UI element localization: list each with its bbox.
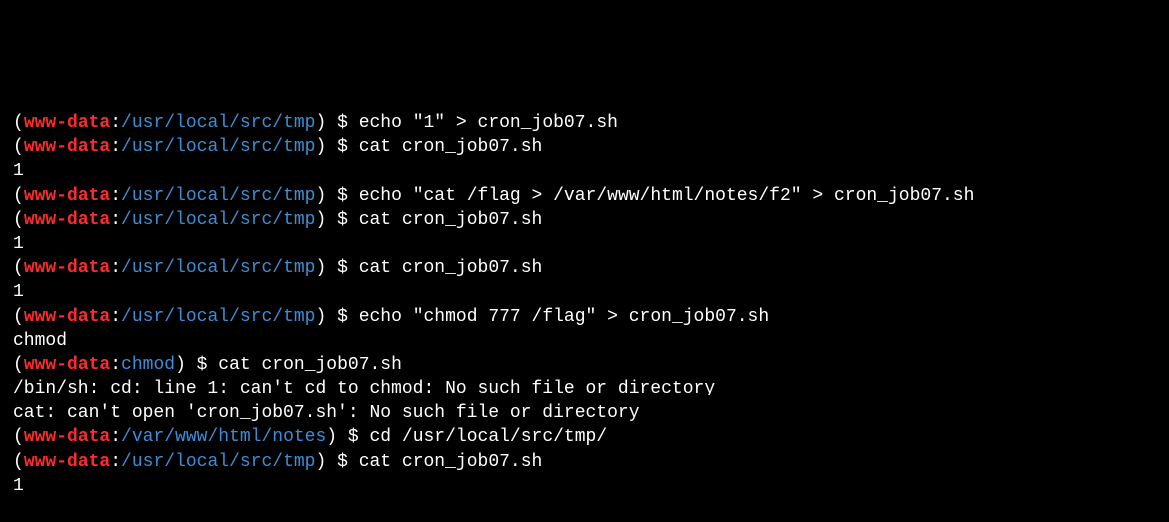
prompt-paren-open: (: [13, 209, 24, 230]
prompt-command: $ echo "1" > cron_job07.sh: [337, 113, 618, 133]
output-line: 1: [13, 474, 1163, 498]
prompt-path: /usr/local/src/tmp: [121, 185, 316, 206]
prompt-colon: :: [110, 427, 122, 448]
output-text: 1: [13, 233, 24, 254]
prompt-line: (www-data:chmod) $ cat cron_job07.sh: [13, 353, 1163, 377]
prompt-paren-open: (: [13, 427, 24, 448]
prompt-colon: :: [110, 209, 122, 230]
prompt-user: www-data: [23, 427, 111, 448]
prompt-paren-close: ): [315, 258, 338, 279]
prompt-path: /usr/local/src/tmp: [121, 306, 316, 327]
prompt-command: $ echo "cat /flag > /var/www/html/notes/…: [337, 185, 975, 206]
terminal-line-top-partial: [13, 38, 1163, 62]
terminal-lines: (www-data:/usr/local/src/tmp) $ echo "1"…: [13, 111, 1163, 498]
prompt-colon: :: [110, 185, 122, 206]
prompt-command: $ cat cron_job07.sh: [337, 209, 543, 230]
prompt-paren-close: ): [315, 209, 338, 230]
prompt-paren-open: (: [13, 306, 24, 327]
output-line: 1: [13, 280, 1163, 304]
prompt-paren-close: ): [315, 451, 338, 472]
prompt-colon: :: [110, 354, 122, 375]
prompt-path: /usr/local/src/tmp: [121, 451, 316, 472]
prompt-line: (www-data:/usr/local/src/tmp) $ echo "1"…: [13, 111, 1163, 135]
prompt-paren-open: (: [13, 137, 24, 158]
output-line: cat: can't open 'cron_job07.sh': No such…: [13, 401, 1163, 425]
prompt-user: www-data: [23, 258, 111, 279]
prompt-line: (www-data:/usr/local/src/tmp) $ cat cron…: [13, 208, 1163, 232]
prompt-paren-close: ): [315, 137, 338, 158]
output-text: 1: [13, 475, 24, 496]
output-line: chmod: [13, 329, 1163, 353]
prompt-paren-close: ): [326, 427, 348, 448]
output-text: cat: can't open 'cron_job07.sh': No such…: [13, 403, 640, 424]
prompt-paren-open: (: [13, 185, 24, 206]
prompt-path: /usr/local/src/tmp: [121, 258, 316, 279]
prompt-paren-open: (: [13, 258, 24, 279]
prompt-paren-close: ): [175, 354, 197, 375]
prompt-path: chmod: [121, 354, 176, 375]
prompt-colon: :: [110, 451, 122, 472]
output-line: 1: [13, 232, 1163, 256]
prompt-line: (www-data:/usr/local/src/tmp) $ cat cron…: [13, 135, 1163, 159]
terminal-output[interactable]: (www-data:/usr/local/src/tmp) $ echo "1"…: [13, 0, 1163, 522]
prompt-command: $ cd /usr/local/src/tmp/: [347, 427, 608, 448]
terminal-top-edge: [0, 0, 1169, 6]
prompt-command: $ echo "chmod 777 /flag" > cron_job07.sh: [337, 306, 770, 327]
prompt-line: (www-data:/usr/local/src/tmp) $ echo "ca…: [13, 184, 1163, 208]
prompt-colon: :: [110, 113, 122, 133]
prompt-user: www-data: [23, 113, 111, 133]
output-line: 1: [13, 159, 1163, 183]
prompt-user: www-data: [23, 306, 111, 327]
prompt-paren-close: ): [315, 185, 338, 206]
prompt-user: www-data: [23, 354, 111, 375]
prompt-paren-open: (: [13, 113, 24, 133]
prompt-paren-open: (: [13, 451, 24, 472]
prompt-colon: :: [110, 306, 122, 327]
prompt-command: $ cat cron_job07.sh: [337, 137, 543, 158]
prompt-line: (www-data:/usr/local/src/tmp) $ cat cron…: [13, 256, 1163, 280]
prompt-user: www-data: [23, 209, 111, 230]
terminal-bottom-edge: [0, 395, 1169, 400]
prompt-user: www-data: [23, 451, 111, 472]
output-text: 1: [13, 161, 24, 182]
prompt-command: $ cat cron_job07.sh: [337, 451, 543, 472]
prompt-user: www-data: [23, 137, 111, 158]
prompt-line: (www-data:/var/www/html/notes) $ cd /usr…: [13, 425, 1163, 449]
prompt-paren-open: (: [13, 354, 24, 375]
prompt-command: $ cat cron_job07.sh: [196, 354, 402, 375]
output-text: chmod: [13, 330, 68, 351]
prompt-paren-close: ): [315, 306, 338, 327]
prompt-command: $ cat cron_job07.sh: [337, 258, 543, 279]
prompt-path: /var/www/html/notes: [121, 427, 327, 448]
prompt-user: www-data: [23, 185, 111, 206]
prompt-path: /usr/local/src/tmp: [121, 113, 316, 133]
prompt-line: (www-data:/usr/local/src/tmp) $ echo "ch…: [13, 305, 1163, 329]
prompt-paren-close: ): [315, 113, 338, 133]
prompt-line: (www-data:/usr/local/src/tmp) $ cat cron…: [13, 450, 1163, 474]
prompt-path: /usr/local/src/tmp: [121, 209, 316, 230]
output-text: 1: [13, 282, 24, 303]
prompt-colon: :: [110, 258, 122, 279]
prompt-colon: :: [110, 137, 122, 158]
prompt-path: /usr/local/src/tmp: [121, 137, 316, 158]
